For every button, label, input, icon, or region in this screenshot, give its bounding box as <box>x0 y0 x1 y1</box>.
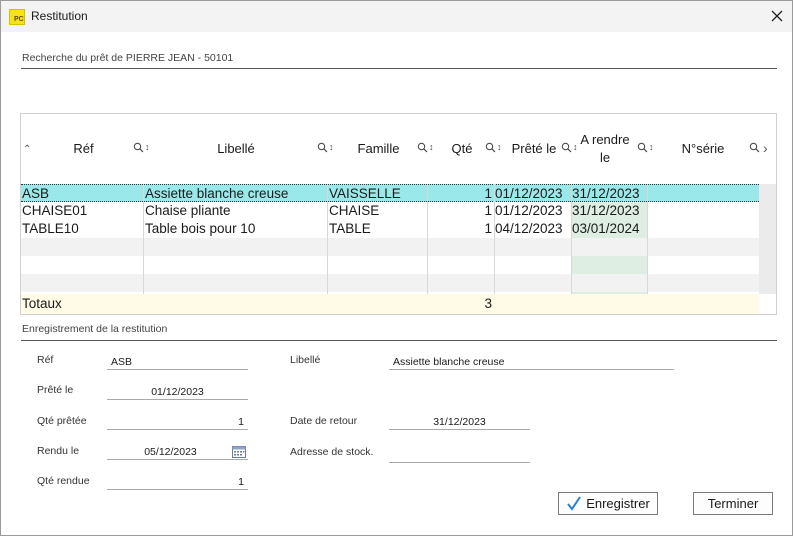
search-icon[interactable] <box>417 142 429 154</box>
table-row[interactable] <box>21 274 759 292</box>
col-header-libelle[interactable]: Libellé <box>151 114 321 184</box>
totals-qte: 3 <box>484 296 492 311</box>
column-separator <box>143 184 144 294</box>
cell-famille: VAISSELLE <box>329 186 401 201</box>
close-icon <box>771 10 783 22</box>
col-header-prete-le[interactable]: Prêté le <box>503 114 565 184</box>
search-icon[interactable] <box>485 142 497 154</box>
table-row[interactable]: ASB Assiette blanche creuse VAISSELLE 1 … <box>21 184 759 202</box>
cell-ref: ASB <box>22 186 50 201</box>
section-title: Enregistrement de la restitution <box>22 323 168 335</box>
sort-icon[interactable]: ↕ <box>497 142 502 152</box>
adresse-stock-label: Adresse de stock. <box>290 446 374 458</box>
title-bar: PC Restitution <box>1 1 792 32</box>
column-separator <box>494 184 495 294</box>
column-separator <box>647 184 648 294</box>
cell-libelle: Chaise pliante <box>145 203 231 218</box>
table-row[interactable] <box>21 238 759 256</box>
cell-a-rendre-le: 03/01/2024 <box>572 221 640 236</box>
check-icon <box>567 495 582 511</box>
cell-qte: 1 <box>484 186 492 201</box>
cell-qte: 1 <box>484 221 492 236</box>
col-header-famille[interactable]: Famille <box>341 114 416 184</box>
col-header-serie[interactable]: N°série <box>661 114 745 184</box>
cell-famille: TABLE <box>329 221 371 236</box>
column-separator <box>327 184 328 294</box>
sort-icon[interactable]: ↕ <box>329 142 334 152</box>
cell-serie <box>649 220 757 238</box>
divider <box>21 340 777 341</box>
divider <box>21 68 777 69</box>
ref-label: Réf <box>37 354 54 366</box>
libelle-field[interactable]: Assiette blanche creuse <box>389 355 674 370</box>
cell-prete-le: 01/12/2023 <box>495 186 563 201</box>
col-header-a-rendre-le[interactable]: A rendre le <box>577 114 633 184</box>
table-header: ⌃ Réf ↕ Libellé ↕ Famille ↕ Qté ↕ Prêté … <box>21 114 776 184</box>
cell-ref: CHAISE01 <box>22 203 88 218</box>
close-button[interactable] <box>765 5 789 27</box>
cell-ref: TABLE10 <box>22 221 79 236</box>
col-header-qte[interactable]: Qté <box>441 114 483 184</box>
date-retour-field[interactable]: 31/12/2023 <box>389 415 530 430</box>
finish-button[interactable]: Terminer <box>693 492 773 515</box>
date-retour-label: Date de retour <box>290 415 358 427</box>
window-title: Restitution <box>31 9 88 23</box>
search-icon[interactable] <box>749 142 761 154</box>
libelle-label: Libellé <box>290 354 321 366</box>
scroll-right-icon[interactable]: › <box>763 140 768 156</box>
search-field-label[interactable]: Recherche du prêt de PIERRE JEAN - 50101 <box>22 52 233 64</box>
table-body: ASB Assiette blanche creuse VAISSELLE 1 … <box>21 184 776 294</box>
qte-pretee-label: Qté prêtée <box>37 415 87 427</box>
cell-serie <box>649 202 757 220</box>
qte-rendue-label: Qté rendue <box>37 475 90 487</box>
cell-serie <box>649 185 757 203</box>
table-row[interactable]: TABLE10 Table bois pour 10 TABLE 1 04/12… <box>21 220 759 238</box>
cell-libelle: Table bois pour 10 <box>145 221 256 236</box>
cell-famille: CHAISE <box>329 203 380 218</box>
restitution-window: PC Restitution Recherche du prêt de PIER… <box>0 0 793 536</box>
adresse-stock-field[interactable] <box>389 448 530 463</box>
cell-libelle: Assiette blanche creuse <box>145 186 289 201</box>
search-icon[interactable] <box>133 142 145 154</box>
column-separator <box>571 184 572 294</box>
save-button-label: Enregistrer <box>586 496 650 511</box>
cell-prete-le: 01/12/2023 <box>495 203 563 218</box>
search-icon[interactable] <box>637 142 649 154</box>
calendar-icon[interactable] <box>232 445 246 458</box>
cell-prete-le: 04/12/2023 <box>495 221 563 236</box>
cell-a-rendre-le: 31/12/2023 <box>572 186 640 201</box>
column-separator <box>427 184 428 294</box>
prete-le-field[interactable]: 01/12/2023 <box>107 385 248 400</box>
loan-table[interactable]: ⌃ Réf ↕ Libellé ↕ Famille ↕ Qté ↕ Prêté … <box>20 113 777 315</box>
rendu-le-field[interactable]: 05/12/2023 <box>107 445 248 460</box>
col-header-ref[interactable]: Réf <box>41 114 126 184</box>
qte-pretee-field[interactable]: 1 <box>107 415 248 430</box>
sort-icon[interactable]: ↕ <box>649 142 654 152</box>
totals-label: Totaux <box>22 296 62 311</box>
prete-le-label: Prêté le <box>37 384 74 396</box>
sort-icon[interactable]: ↕ <box>145 142 150 152</box>
cell-a-rendre-le: 31/12/2023 <box>572 203 640 218</box>
sort-icon[interactable]: ↕ <box>429 142 434 152</box>
finish-button-label: Terminer <box>707 496 759 511</box>
rendu-le-label: Rendu le <box>37 445 80 457</box>
search-icon[interactable] <box>317 142 329 154</box>
table-row[interactable] <box>21 256 759 274</box>
totals-row: Totaux 3 <box>21 294 759 314</box>
table-row[interactable]: CHAISE01 Chaise pliante CHAISE 1 01/12/2… <box>21 202 759 220</box>
cell-qte: 1 <box>484 203 492 218</box>
qte-rendue-field[interactable]: 1 <box>107 475 248 490</box>
ref-field[interactable]: ASB <box>107 355 248 370</box>
app-icon: PC <box>9 9 25 25</box>
save-button[interactable]: Enregistrer <box>558 492 658 515</box>
vertical-scrollbar[interactable] <box>759 184 776 294</box>
collapse-icon[interactable]: ⌃ <box>23 144 31 155</box>
search-icon[interactable] <box>561 142 573 154</box>
